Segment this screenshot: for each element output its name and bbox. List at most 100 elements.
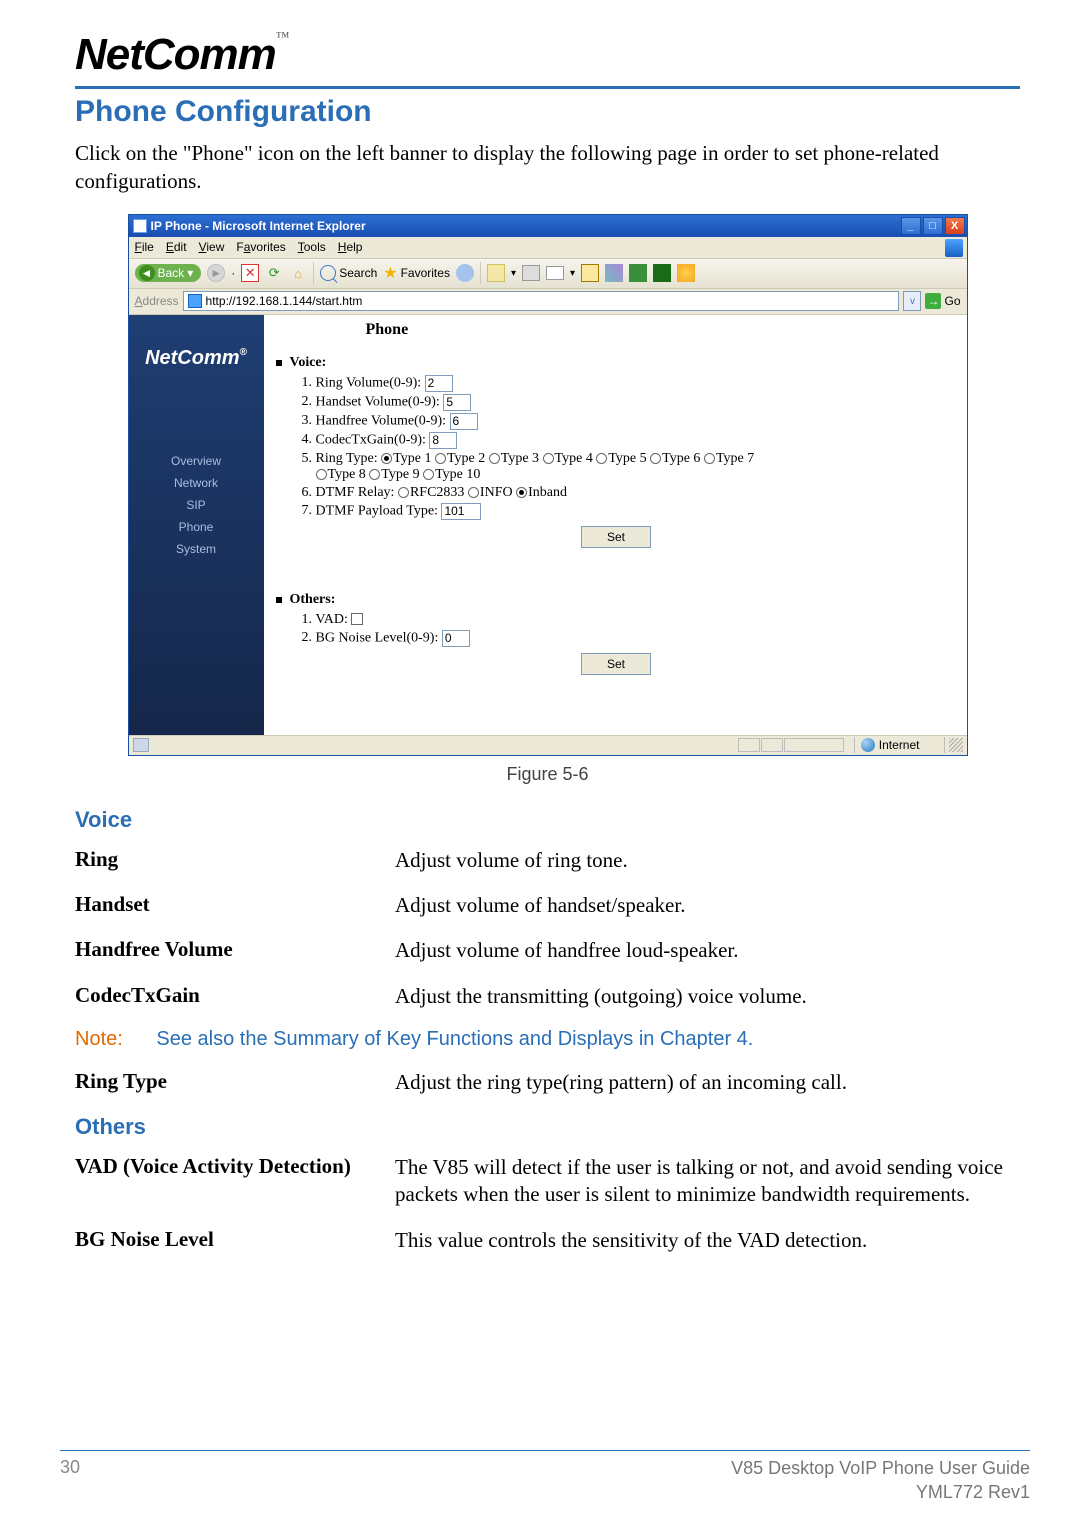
home-icon[interactable]: ⌂ [289, 264, 307, 282]
def-handfree: Handfree Volume Adjust volume of handfre… [75, 937, 1020, 964]
search-icon [320, 265, 336, 281]
folder-icon[interactable] [487, 264, 505, 282]
field-dtmf-relay: DTMF Relay: RFC2833 INFO Inband [316, 485, 957, 501]
ring-type-7-radio[interactable] [704, 453, 715, 464]
dtmf-rfc2833-radio[interactable] [398, 487, 409, 498]
tm-mark: ™ [276, 30, 290, 45]
menu-help[interactable]: Help [338, 240, 363, 254]
def-bg-noise: BG Noise Level This value controls the s… [75, 1227, 1020, 1254]
messenger-icon[interactable] [677, 264, 695, 282]
footer-doc: YML772 Rev1 [916, 1482, 1030, 1502]
voice-set-button[interactable]: Set [581, 526, 651, 548]
stop-icon[interactable]: ✕ [241, 264, 259, 282]
address-dropdown-button[interactable]: v [903, 291, 921, 311]
nav-phone[interactable]: Phone [179, 520, 214, 534]
desc-vad: The V85 will detect if the user is talki… [395, 1154, 1020, 1209]
toolbar-divider-icon [480, 262, 481, 284]
section-title: Phone Configuration [75, 95, 1020, 129]
nav-overview[interactable]: Overview [171, 454, 221, 468]
favorites-button[interactable]: ★Favorites [383, 263, 450, 283]
menu-favorites[interactable]: Favorites [236, 240, 285, 254]
ring-volume-input[interactable] [425, 375, 453, 392]
menu-file[interactable]: File [135, 240, 154, 254]
mail-icon[interactable] [546, 266, 564, 280]
term-bg-noise: BG Noise Level [75, 1227, 395, 1254]
term-ring-type: Ring Type [75, 1069, 395, 1096]
ring-type-9-radio[interactable] [369, 469, 380, 480]
edit-page-icon[interactable] [581, 264, 599, 282]
status-zone-text: Internet [879, 738, 920, 752]
print-icon[interactable] [522, 265, 540, 281]
page-header: Phone [366, 321, 957, 339]
desc-codectx: Adjust the transmitting (outgoing) voice… [395, 983, 1020, 1010]
go-arrow-icon: → [925, 293, 941, 309]
ring-type-1-radio[interactable] [381, 453, 392, 464]
resize-grip-icon[interactable] [949, 738, 963, 752]
dropdown-caret-icon: ▾ [570, 268, 575, 279]
vad-checkbox[interactable] [351, 613, 363, 625]
term-handfree: Handfree Volume [75, 937, 395, 964]
menu-tools[interactable]: Tools [298, 240, 326, 254]
back-button[interactable]: ◄Back ▾ [135, 264, 202, 282]
ring-type-5-radio[interactable] [596, 453, 607, 464]
titlebar: IP Phone - Microsoft Internet Explorer _… [129, 215, 967, 237]
voice-heading: Voice [75, 807, 1020, 833]
status-page-icon [133, 738, 149, 752]
ring-type-3-radio[interactable] [489, 453, 500, 464]
nav-system[interactable]: System [176, 542, 216, 556]
menu-edit[interactable]: Edit [166, 240, 187, 254]
toolbar-divider-icon [313, 262, 314, 284]
toolbar-sep-icon: · [231, 266, 235, 280]
dtmf-payload-input[interactable] [441, 503, 481, 520]
def-handset: Handset Adjust volume of handset/speaker… [75, 892, 1020, 919]
window-title: IP Phone - Microsoft Internet Explorer [151, 219, 366, 233]
maximize-button[interactable]: □ [923, 217, 943, 235]
bullet-icon [276, 360, 282, 366]
research-icon[interactable] [629, 264, 647, 282]
status-bar: Internet [129, 735, 967, 755]
handset-volume-input[interactable] [443, 394, 471, 411]
nav-sip[interactable]: SIP [186, 498, 205, 512]
go-button[interactable]: →Go [925, 293, 960, 309]
search-button[interactable]: Search [320, 265, 377, 281]
menu-view[interactable]: View [199, 240, 225, 254]
ring-type-6-radio[interactable] [650, 453, 661, 464]
minimize-button[interactable]: _ [901, 217, 921, 235]
dtmf-inband-radio[interactable] [516, 487, 527, 498]
ring-type-4-radio[interactable] [543, 453, 554, 464]
excel-icon[interactable] [653, 264, 671, 282]
field-ring-volume: Ring Volume(0-9): [316, 375, 957, 392]
dtmf-info-radio[interactable] [468, 487, 479, 498]
content-frame: NetComm® Overview Network SIP Phone Syst… [129, 315, 967, 735]
media-icon[interactable] [456, 264, 474, 282]
voice-section-label: Voice: [290, 355, 327, 371]
close-button[interactable]: X [945, 217, 965, 235]
intro-text: Click on the "Phone" icon on the left ba… [75, 139, 1020, 196]
nav-network[interactable]: Network [174, 476, 218, 490]
figure-caption: Figure 5-6 [75, 764, 1020, 785]
def-ring: Ring Adjust volume of ring tone. [75, 847, 1020, 874]
footer-guide: V85 Desktop VoIP Phone User Guide [731, 1458, 1030, 1478]
codectx-input[interactable] [429, 432, 457, 449]
ring-type-2-radio[interactable] [435, 453, 446, 464]
others-heading: Others [75, 1114, 1020, 1140]
page-footer: 30 V85 Desktop VoIP Phone User Guide YML… [60, 1450, 1030, 1504]
dropdown-caret-icon: ▾ [511, 268, 516, 279]
address-value: http://192.168.1.144/start.htm [206, 294, 363, 308]
ring-type-10-radio[interactable] [423, 469, 434, 480]
refresh-icon[interactable]: ⟳ [265, 264, 283, 282]
ring-type-8-radio[interactable] [316, 469, 327, 480]
netcomm-logo: NetComm® [145, 347, 247, 370]
def-codectx: CodecTxGain Adjust the transmitting (out… [75, 983, 1020, 1010]
forward-button[interactable]: ► [207, 264, 225, 282]
status-cell-icon [738, 738, 760, 752]
bg-noise-input[interactable] [442, 630, 470, 647]
address-field[interactable]: http://192.168.1.144/start.htm [183, 291, 900, 311]
note-label: Note: [75, 1028, 123, 1050]
discuss-icon[interactable] [605, 264, 623, 282]
others-set-button[interactable]: Set [581, 653, 651, 675]
handfree-volume-input[interactable] [450, 413, 478, 430]
toolbar: ◄Back ▾ ► · ✕ ⟳ ⌂ Search ★Favorites ▾ ▾ [129, 259, 967, 289]
browser-window: IP Phone - Microsoft Internet Explorer _… [128, 214, 968, 756]
note-row: Note: See also the Summary of Key Functi… [75, 1028, 1020, 1051]
